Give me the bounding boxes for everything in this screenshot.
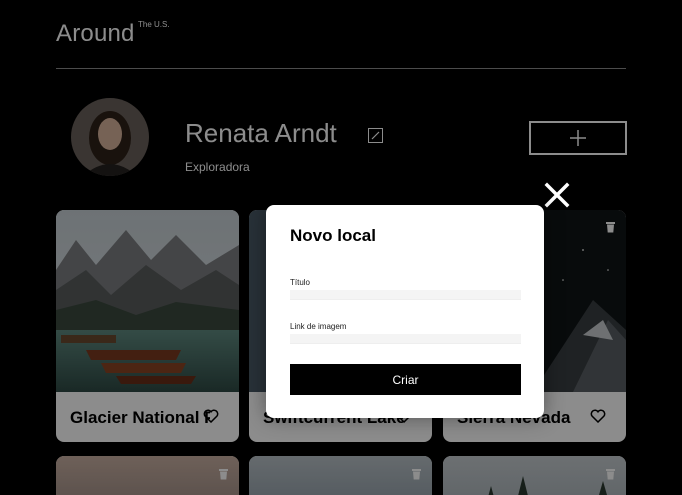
- plus-icon: [570, 130, 586, 146]
- logo: Around The U.S.: [56, 20, 170, 48]
- close-button[interactable]: [543, 181, 571, 209]
- trash-icon: [606, 222, 615, 233]
- card-image[interactable]: [443, 456, 626, 495]
- avatar[interactable]: [71, 98, 149, 176]
- card-photo: [56, 210, 239, 392]
- new-place-modal: Novo local Título Link de imagem Criar: [266, 205, 544, 418]
- trash-icon: [412, 469, 421, 480]
- profile-role: Exploradora: [185, 160, 250, 174]
- card-title: Glacier National Park: [70, 408, 210, 427]
- card-image[interactable]: [56, 210, 239, 392]
- logo-superscript: The U.S.: [138, 20, 170, 29]
- like-button[interactable]: [590, 409, 606, 428]
- modal-title: Novo local: [290, 226, 376, 245]
- delete-button[interactable]: [218, 467, 229, 485]
- card-image[interactable]: [249, 456, 432, 495]
- place-card: [443, 456, 626, 495]
- logo-text: Around: [56, 20, 135, 47]
- title-field-label: Título: [290, 278, 311, 287]
- heart-icon: [203, 409, 219, 424]
- pencil-icon: [371, 131, 380, 140]
- image-link-input[interactable]: [290, 334, 521, 344]
- avatar-photo: [71, 98, 149, 176]
- place-card: [249, 456, 432, 495]
- delete-button[interactable]: [605, 220, 616, 238]
- title-input[interactable]: [290, 290, 521, 300]
- trash-icon: [219, 469, 228, 480]
- add-place-button[interactable]: [529, 121, 627, 155]
- card-image[interactable]: [56, 456, 239, 495]
- close-icon: [544, 182, 570, 208]
- card-photo: [488, 476, 607, 495]
- place-card: Glacier National Park: [56, 210, 239, 442]
- delete-button[interactable]: [605, 467, 616, 485]
- like-button[interactable]: [203, 409, 219, 428]
- profile-name: Renata Arndt: [185, 118, 337, 148]
- header-divider: [56, 68, 626, 69]
- image-link-field-label: Link de imagem: [290, 322, 347, 331]
- trash-icon: [606, 469, 615, 480]
- heart-icon: [590, 409, 606, 424]
- delete-button[interactable]: [411, 467, 422, 485]
- place-card: [56, 456, 239, 495]
- create-button[interactable]: Criar: [290, 364, 521, 395]
- edit-profile-button[interactable]: [368, 128, 383, 143]
